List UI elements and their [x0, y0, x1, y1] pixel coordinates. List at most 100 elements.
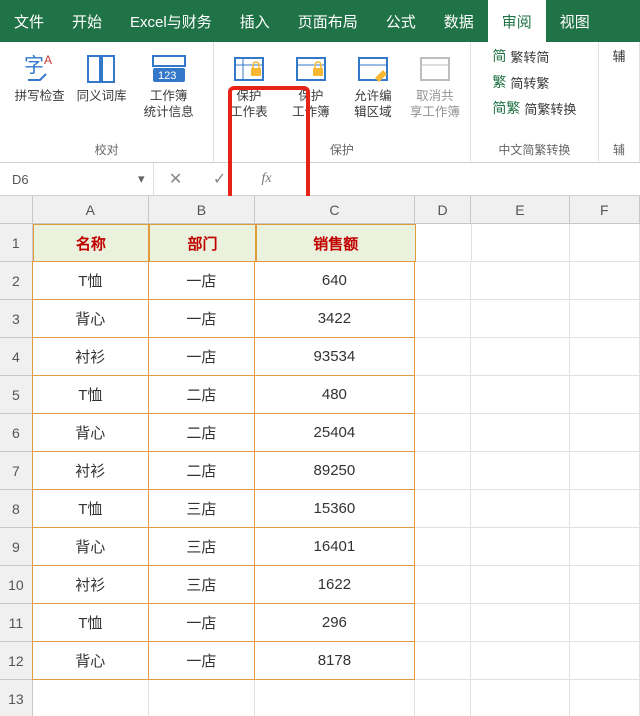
cell[interactable]	[415, 680, 472, 716]
cancel-formula-icon[interactable]: ✕	[154, 169, 198, 189]
cell[interactable]	[570, 604, 640, 642]
cell[interactable]	[471, 452, 569, 490]
cell[interactable]: 衬衫	[32, 451, 149, 490]
cell[interactable]: 一店	[148, 337, 255, 376]
cell[interactable]: 衬衫	[32, 337, 149, 376]
cell[interactable]: 二店	[148, 413, 255, 452]
cell[interactable]: 三店	[148, 527, 255, 566]
cell[interactable]	[472, 224, 570, 262]
tab-数据[interactable]: 数据	[430, 0, 488, 42]
cell[interactable]: 背心	[32, 299, 149, 338]
cell[interactable]	[570, 452, 640, 490]
col-header-A[interactable]: A	[33, 196, 149, 224]
name-box-dropdown-icon[interactable]: ▾	[130, 171, 153, 187]
cell[interactable]	[471, 300, 569, 338]
col-header-C[interactable]: C	[255, 196, 415, 224]
workbook-stats-button[interactable]: 123 工作簿 统计信息	[133, 46, 205, 120]
cell[interactable]: 背心	[32, 641, 149, 680]
cell[interactable]: 一店	[148, 641, 255, 680]
cell[interactable]: 衬衫	[32, 565, 149, 604]
col-header-F[interactable]: F	[570, 196, 640, 224]
cell[interactable]: 480	[254, 375, 415, 414]
row-header[interactable]: 11	[0, 604, 33, 642]
cell[interactable]	[570, 224, 640, 262]
cell[interactable]	[471, 414, 569, 452]
cell[interactable]	[471, 642, 569, 680]
cell[interactable]: 一店	[148, 261, 255, 300]
cell[interactable]	[471, 490, 569, 528]
cell[interactable]	[570, 376, 640, 414]
tab-审阅[interactable]: 审阅	[488, 0, 546, 42]
cell[interactable]	[415, 376, 472, 414]
cell[interactable]: T恤	[32, 603, 149, 642]
cell[interactable]: T恤	[32, 261, 149, 300]
simplified-to-traditional-button[interactable]: 简繁转简	[492, 46, 576, 66]
cell[interactable]	[471, 566, 569, 604]
cell[interactable]	[415, 262, 472, 300]
chinese-conversion-button[interactable]: 简繁简繁转换	[492, 98, 576, 118]
tab-开始[interactable]: 开始	[58, 0, 116, 42]
col-header-E[interactable]: E	[471, 196, 569, 224]
col-header-D[interactable]: D	[415, 196, 472, 224]
cell[interactable]: 一店	[148, 603, 255, 642]
cell[interactable]	[471, 262, 569, 300]
cell[interactable]: 3422	[254, 299, 415, 338]
cell[interactable]	[149, 680, 255, 716]
row-header[interactable]: 1	[0, 224, 33, 262]
row-header[interactable]: 8	[0, 490, 33, 528]
cell[interactable]: 销售额	[256, 224, 416, 262]
cell[interactable]	[471, 604, 569, 642]
col-header-B[interactable]: B	[149, 196, 255, 224]
row-header[interactable]: 13	[0, 680, 33, 716]
allow-edit-ranges-button[interactable]: 允许编 辑区域	[342, 46, 404, 120]
cell[interactable]	[415, 642, 472, 680]
cell[interactable]	[570, 642, 640, 680]
tab-公式[interactable]: 公式	[372, 0, 430, 42]
cell[interactable]	[471, 376, 569, 414]
cell[interactable]: 93534	[254, 337, 415, 376]
cell[interactable]	[471, 528, 569, 566]
tab-文件[interactable]: 文件	[0, 0, 58, 42]
cell[interactable]: 部门	[149, 224, 256, 262]
cell[interactable]	[255, 680, 415, 716]
cell[interactable]: T恤	[32, 489, 149, 528]
row-header[interactable]: 2	[0, 262, 33, 300]
name-box[interactable]: D6	[0, 172, 130, 187]
protect-sheet-button[interactable]: 保护 工作表	[218, 46, 280, 120]
cell[interactable]	[471, 338, 569, 376]
cell[interactable]: 15360	[254, 489, 415, 528]
tab-视图[interactable]: 视图	[546, 0, 604, 42]
row-header[interactable]: 6	[0, 414, 33, 452]
unshare-workbook-button[interactable]: 取消共 享工作簿	[404, 46, 466, 120]
row-header[interactable]: 7	[0, 452, 33, 490]
cell[interactable]: 640	[254, 261, 415, 300]
cell[interactable]: 名称	[33, 224, 150, 262]
row-header[interactable]: 3	[0, 300, 33, 338]
cell[interactable]	[415, 490, 472, 528]
cell[interactable]	[570, 262, 640, 300]
protect-workbook-button[interactable]: 保护 工作簿	[280, 46, 342, 120]
cell[interactable]: T恤	[32, 375, 149, 414]
fx-icon[interactable]: fx	[255, 171, 271, 187]
row-header[interactable]: 10	[0, 566, 33, 604]
cell[interactable]	[415, 566, 472, 604]
cell[interactable]	[415, 338, 472, 376]
cell[interactable]	[415, 414, 472, 452]
tab-插入[interactable]: 插入	[226, 0, 284, 42]
cell[interactable]: 89250	[254, 451, 415, 490]
cell[interactable]: 背心	[32, 527, 149, 566]
cell[interactable]	[570, 680, 640, 716]
cell[interactable]	[415, 300, 472, 338]
cell[interactable]: 296	[254, 603, 415, 642]
cell[interactable]	[33, 680, 149, 716]
cell[interactable]: 25404	[254, 413, 415, 452]
select-all-corner[interactable]	[0, 196, 33, 224]
cell[interactable]	[570, 528, 640, 566]
cell[interactable]	[471, 680, 569, 716]
cell[interactable]	[570, 490, 640, 528]
cell[interactable]: 三店	[148, 565, 255, 604]
spellcheck-button[interactable]: 字A 拼写检查	[9, 46, 71, 104]
cell[interactable]	[415, 452, 472, 490]
cell[interactable]	[570, 300, 640, 338]
cell[interactable]: 二店	[148, 375, 255, 414]
